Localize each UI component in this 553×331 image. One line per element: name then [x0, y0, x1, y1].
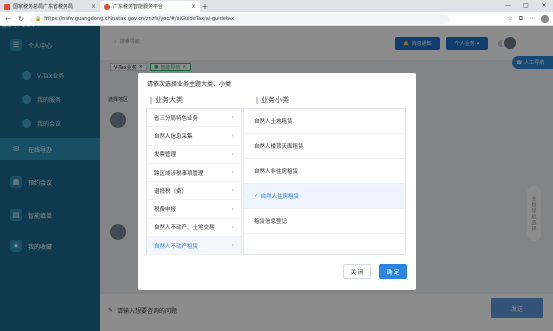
category-item[interactable]: 自然人信息采集 ›	[147, 127, 241, 146]
subcategory-item-selected[interactable]: ✓ 自然人住房租赁	[244, 184, 405, 209]
browser-tab-1[interactable]: 国家税务总局广东省税务局 ×	[0, 1, 100, 12]
confirm-button[interactable]: 确 定	[379, 264, 407, 279]
category-item[interactable]: 跨区域涉税事项管理 ›	[147, 164, 241, 183]
maximize-button[interactable]: □	[517, 0, 535, 12]
close-window-button[interactable]: ✕	[535, 0, 553, 12]
chevron-right-icon: ›	[231, 132, 234, 140]
category-label: 跨区域涉税事项管理	[154, 170, 204, 177]
chevron-right-icon: ›	[231, 205, 234, 213]
close-tab-icon[interactable]: ×	[191, 3, 196, 10]
close-tab-icon[interactable]: ×	[91, 3, 96, 10]
header-bar	[256, 96, 258, 104]
right-column-header: 业务小类	[256, 95, 289, 105]
subcategory-item[interactable]: 自然人楼顶天面租赁	[244, 134, 405, 159]
chevron-right-icon: ›	[231, 187, 234, 195]
extensions-icon[interactable]: ⋯	[529, 15, 535, 23]
browser-toolbar: ☆ ⧉ ⋯	[507, 14, 549, 23]
new-tab-button[interactable]: +	[200, 1, 210, 12]
chevron-right-icon: ›	[231, 223, 234, 231]
browser-tab-bar: 国家税务总局广东省税务局 × 广东税务智能服务平台 × + — □ ✕	[0, 0, 553, 12]
category-label: 自然人不动产、土地交易	[154, 225, 215, 232]
subcategory-label: 自然人住房租赁	[260, 194, 300, 200]
url-field[interactable]: 🔒 https://nsfw.guangdong.chinatax.gov.cn…	[30, 13, 450, 24]
category-list: 省三分局特色业务 › 自然人信息采集 › 发票管理 › 跨区域涉税事项管理 › 退抵税（…	[146, 108, 242, 256]
favorite-icon[interactable]: ☆	[507, 15, 512, 23]
tab-title: 广东税务智能服务平台	[113, 4, 164, 10]
subcategory-list: 自然人土地租赁 自然人楼顶天面租赁 自然人非住房租赁 ✓ 自然人住房租赁 租赁信息…	[243, 108, 406, 255]
category-label: 税费申报	[154, 207, 177, 214]
category-label: 自然人信息采集	[154, 133, 193, 140]
header-bar	[150, 96, 152, 104]
window-controls: — □ ✕	[499, 0, 553, 12]
right-header-label: 业务小类	[261, 96, 289, 104]
category-item[interactable]: 自然人不动产、土地交易 ›	[147, 219, 241, 238]
subcategory-item[interactable]: 租赁信息登记	[244, 209, 405, 234]
minimize-button[interactable]: —	[499, 0, 517, 12]
category-label: 发票管理	[154, 152, 177, 159]
chevron-right-icon: ›	[231, 169, 234, 177]
subcategory-item[interactable]: 自然人非住房租赁	[244, 159, 405, 184]
category-item[interactable]: 发票管理 ›	[147, 146, 241, 164]
subcategory-label: 自然人非住房租赁	[254, 169, 299, 175]
subcategory-item[interactable]: 自然人土地租赁	[244, 109, 405, 134]
subcategory-label: 自然人楼顶天面租赁	[254, 144, 304, 150]
browser-tab-2[interactable]: 广东税务智能服务平台 ×	[100, 1, 200, 12]
left-column-header: 业务大类	[150, 95, 183, 105]
lock-icon: 🔒	[35, 15, 42, 22]
category-item-selected[interactable]: 自然人不动产租赁 ›	[147, 237, 241, 256]
subcategory-label: 自然人土地租赁	[254, 119, 293, 125]
dialog-title: 请依次选择业务主题大类、小类	[147, 81, 232, 88]
address-bar-row: ← ↻ 🔒 https://nsfw.guangdong.chinatax.go…	[0, 12, 553, 26]
chevron-right-icon: ›	[231, 150, 234, 158]
close-button[interactable]: 关 闭	[343, 264, 371, 279]
collections-icon[interactable]: ⧉	[519, 15, 523, 23]
tab-title: 国家税务总局广东省税务局	[13, 4, 74, 10]
category-item[interactable]: 退抵税（费） ›	[147, 182, 241, 201]
category-item[interactable]: 省三分局特色业务 ›	[147, 109, 241, 128]
category-label: 自然人不动产租赁	[154, 243, 199, 250]
category-label: 省三分局特色业务	[154, 115, 199, 122]
category-item[interactable]: 税费申报 ›	[147, 200, 241, 219]
category-label: 退抵税（费）	[154, 188, 188, 195]
left-header-label: 业务大类	[155, 96, 183, 104]
chevron-right-icon: ›	[231, 242, 234, 250]
site-favicon-icon	[104, 3, 110, 10]
site-favicon-icon	[4, 3, 10, 10]
chevron-right-icon: ›	[231, 114, 234, 122]
profile-avatar[interactable]	[541, 14, 549, 23]
url-text: https://nsfw.guangdong.chinatax.gov.cn/z…	[44, 15, 234, 22]
check-icon: ✓	[254, 193, 259, 199]
subcategory-label: 租赁信息登记	[254, 219, 288, 225]
category-select-dialog: 请依次选择业务主题大类、小类 业务大类 业务小类 省三分局特色业务 › 自然人信息…	[138, 73, 416, 290]
